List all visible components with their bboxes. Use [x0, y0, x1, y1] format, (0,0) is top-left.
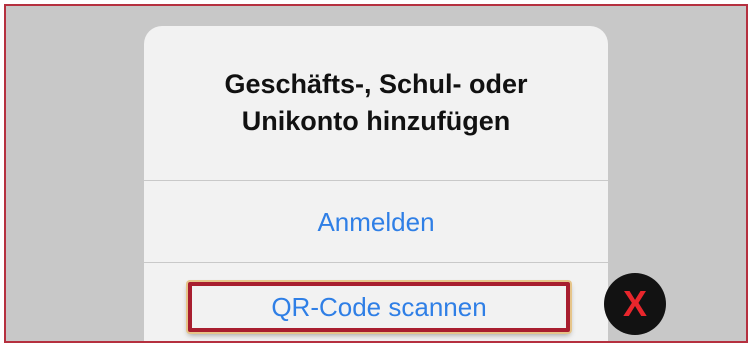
x-marker-icon: X: [622, 283, 647, 324]
signin-button[interactable]: Anmelden: [144, 206, 608, 238]
dialog-title-line-2: Unikonto hinzufügen: [241, 106, 511, 136]
dialog-title: Geschäfts-, Schul- oder Unikonto hinzufü…: [144, 66, 608, 140]
dialog-title-line-1: Geschäfts-, Schul- oder: [224, 69, 528, 99]
qr-scan-button[interactable]: QR-Code scannen: [271, 292, 486, 323]
x-marker-badge: X: [604, 273, 666, 335]
divider: [144, 262, 608, 263]
qr-scan-button-highlight[interactable]: QR-Code scannen: [188, 282, 570, 332]
divider: [144, 180, 608, 181]
screenshot-frame: Geschäfts-, Schul- oder Unikonto hinzufü…: [4, 4, 748, 343]
